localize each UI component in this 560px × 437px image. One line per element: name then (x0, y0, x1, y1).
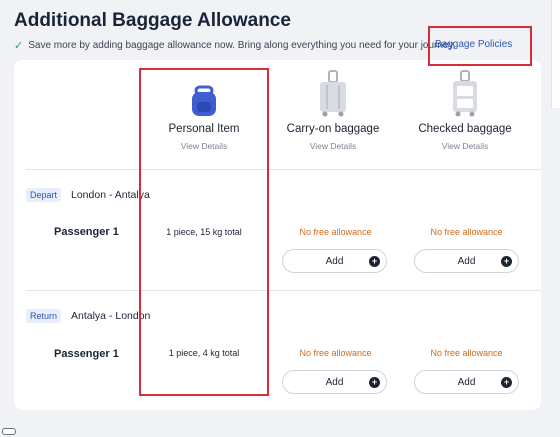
column-label: Carry-on baggage (286, 123, 380, 135)
checked-allowance: No free allowance (430, 227, 503, 237)
view-details-link[interactable]: View Details (268, 141, 398, 151)
depart-badge: Depart (26, 188, 62, 202)
plus-icon: + (369, 377, 380, 388)
view-details-link[interactable]: View Details (400, 141, 530, 151)
add-label: Add (325, 376, 344, 388)
add-label: Add (457, 255, 476, 267)
add-label: Add (457, 376, 476, 388)
add-checked-button[interactable]: Add + (414, 249, 519, 273)
route-text: London - Antalya (71, 189, 150, 201)
add-carry-on-button[interactable]: Add + (282, 249, 387, 273)
subtitle-row: ✓ Save more by adding baggage allowance … (14, 39, 456, 52)
plus-icon: + (501, 256, 512, 267)
checkmark-icon: ✓ (14, 40, 24, 52)
plus-icon: + (369, 256, 380, 267)
return-badge: Return (26, 309, 62, 323)
carry-on-allowance: No free allowance (299, 348, 372, 358)
checked-suitcase-icon (453, 70, 477, 117)
divider (26, 290, 541, 291)
carry-on-suitcase-icon (320, 70, 346, 117)
side-panel-edge (551, 0, 560, 108)
passenger-label: Passenger 1 (54, 348, 119, 360)
add-checked-button[interactable]: Add + (414, 370, 519, 394)
highlight-box-personal-item (139, 68, 269, 396)
passenger-label: Passenger 1 (54, 226, 119, 238)
add-label: Add (325, 255, 344, 267)
scrollbar-handle[interactable] (2, 428, 16, 435)
column-checked: Checked baggage View Details (400, 70, 530, 151)
divider (26, 169, 541, 170)
column-carry-on: Carry-on baggage View Details (268, 70, 398, 151)
column-label: Checked baggage (418, 123, 512, 135)
subtitle-text: Save more by adding baggage allowance no… (28, 40, 456, 51)
highlight-box-policies (428, 26, 532, 66)
plus-icon: + (501, 377, 512, 388)
page-title: Additional Baggage Allowance (14, 10, 291, 31)
checked-allowance: No free allowance (430, 348, 503, 358)
carry-on-allowance: No free allowance (299, 227, 372, 237)
add-carry-on-button[interactable]: Add + (282, 370, 387, 394)
